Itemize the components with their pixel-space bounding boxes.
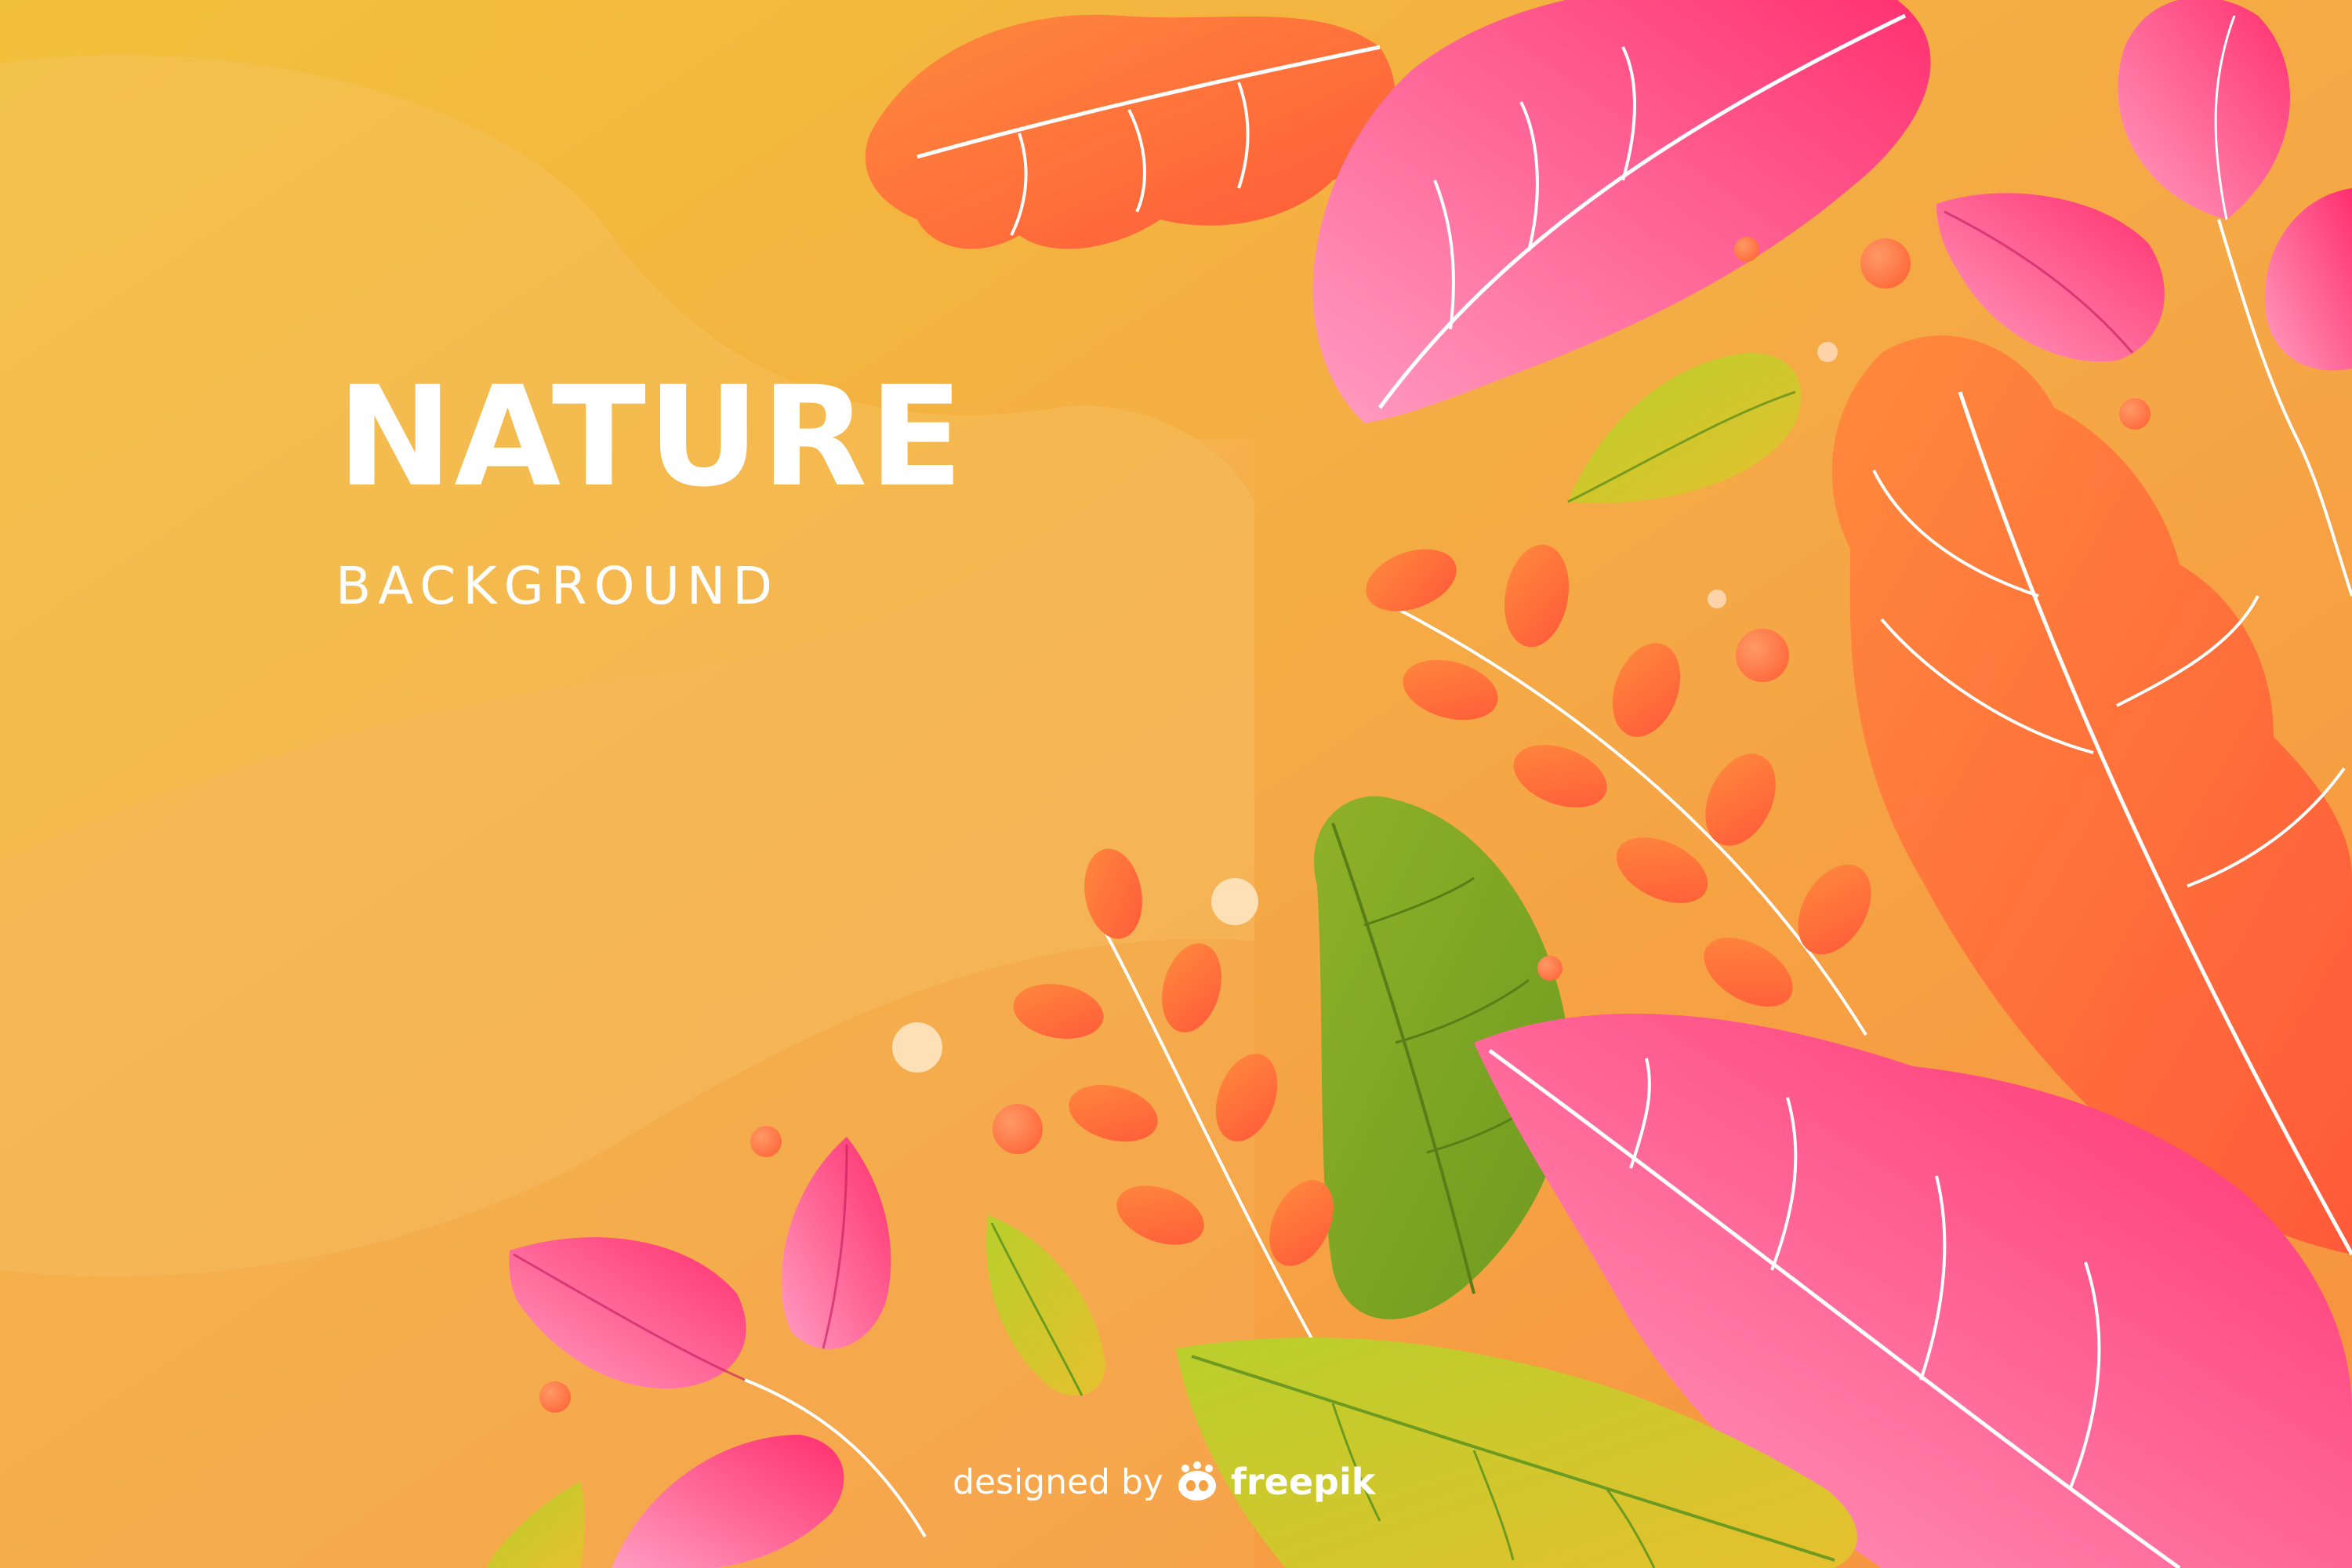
page-subtitle: BACKGROUND: [336, 556, 780, 616]
leaf-illustration: [0, 0, 2352, 1568]
freepik-brand: freepik: [1230, 1461, 1376, 1503]
freepik-logo-icon: [1178, 1461, 1216, 1501]
page-title: NATURE: [337, 357, 965, 517]
credit-prefix: designed by: [953, 1461, 1163, 1502]
nature-background-artwork: NATURE BACKGROUND designed by freepik: [0, 0, 2352, 1568]
designer-credit[interactable]: designed by freepik: [953, 1458, 1375, 1505]
